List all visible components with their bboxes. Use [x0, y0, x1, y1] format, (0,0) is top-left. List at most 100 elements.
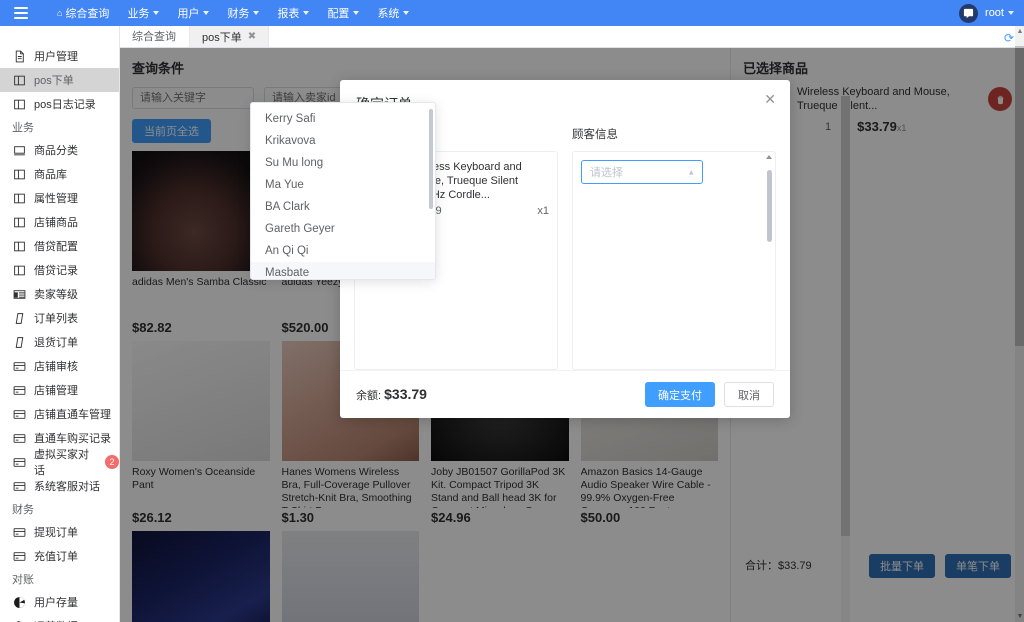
card-icon: [12, 359, 26, 373]
nav-label: 财务: [227, 8, 250, 20]
sidebar-item-15[interactable]: 店铺直通车管理: [0, 402, 119, 426]
customer-select-placeholder: 请选择: [590, 167, 623, 179]
sidebar-item-label: 运营数据: [34, 618, 78, 622]
nav-item-config[interactable]: 配置: [318, 0, 368, 26]
notification-badge: 2: [105, 455, 119, 469]
sidebar-item-12[interactable]: 退货订单: [0, 330, 119, 354]
sidebar-item-17[interactable]: 虚拟买家对话 2: [0, 449, 119, 477]
sidebar-item-24[interactable]: 运营数据: [0, 614, 119, 622]
sidebar-item-label: 直通车购买记录: [34, 433, 111, 445]
sidebar-item-9[interactable]: 借贷记录: [0, 258, 119, 282]
scrollbar-thumb[interactable]: [767, 170, 772, 242]
nav-label: 系统: [377, 8, 400, 20]
sidebar-item-18[interactable]: 系统客服对话: [0, 474, 119, 498]
sidebar-item-label: 用户管理: [34, 51, 78, 63]
card-icon: [12, 525, 26, 539]
confirm-payment-button[interactable]: 确定支付: [645, 382, 715, 407]
nav-label: 业务: [127, 8, 150, 20]
dropdown-option-4[interactable]: BA Clark: [251, 196, 435, 218]
dropdown-option-3[interactable]: Ma Yue: [251, 174, 435, 196]
chevron-up-icon: ▾: [689, 167, 694, 178]
monitor-icon: [12, 143, 26, 157]
sidebar-item-2[interactable]: pos日志记录: [0, 92, 119, 116]
sidebar-item-11[interactable]: 订单列表: [0, 306, 119, 330]
sidebar-item-5[interactable]: 商品库: [0, 162, 119, 186]
tab-comprehensive-query[interactable]: 综合查询: [120, 25, 189, 47]
chevron-down-icon: [153, 11, 160, 15]
sidebar-item-label: 借贷配置: [34, 241, 78, 253]
sidebar-item-label: 提现订单: [34, 527, 78, 539]
sidebar-list: 用户管理 pos下单 pos日志记录 业务 商品分类 商品库 属性管理 店铺商品 借贷配置 借贷记…: [0, 26, 119, 622]
sidebar-item-23[interactable]: 用户存量: [0, 590, 119, 614]
nav-item-business[interactable]: 业务: [118, 0, 168, 26]
close-icon[interactable]: ✖: [248, 31, 256, 42]
dropdown-scrollbar[interactable]: [429, 109, 433, 209]
document-icon: [12, 49, 26, 63]
nav-item-user[interactable]: 用户: [168, 0, 218, 26]
window-icon: [12, 263, 26, 277]
sidebar-item-21[interactable]: 充值订单: [0, 544, 119, 568]
sidebar-item-label: pos下单: [34, 75, 74, 87]
tab-label: pos下单: [202, 31, 242, 44]
scrollbar-track[interactable]: [766, 155, 772, 365]
window-icon: [12, 73, 26, 87]
sidebar-item-8[interactable]: 借贷配置: [0, 234, 119, 258]
customer-dropdown-list: Kerry Safi Krikavova Su Mu long Ma Yue BA Cl…: [250, 102, 436, 280]
customer-select[interactable]: 请选择 ▾: [581, 160, 703, 184]
user-menu[interactable]: root: [985, 7, 1014, 19]
sidebar-item-13[interactable]: 店铺审核: [0, 354, 119, 378]
chevron-down-icon: [353, 11, 360, 15]
card-icon: [12, 549, 26, 563]
tab-pos-order[interactable]: pos下单 ✖: [189, 25, 270, 47]
cancel-button[interactable]: 取消: [724, 382, 774, 407]
card-icon: [12, 407, 26, 421]
sidebar-item-label: 订单列表: [34, 313, 78, 325]
customer-box-scrollbar[interactable]: [766, 155, 772, 365]
customer-info-column: 顾客信息 请选择 ▾: [572, 126, 776, 370]
nav-label: 报表: [277, 8, 300, 20]
dropdown-option-6[interactable]: An Qi Qi: [251, 240, 435, 262]
dropdown-option-1[interactable]: Krikavova: [251, 130, 435, 152]
nav-item-system[interactable]: 系统: [368, 0, 418, 26]
sidebar-item-1[interactable]: pos下单: [0, 68, 119, 92]
top-navigation-bar: ⌂ 综合查询 业务 用户 财务 报表 配置 系统 root: [0, 0, 1024, 26]
nav-item-reports[interactable]: 报表: [268, 0, 318, 26]
sidebar-item-6[interactable]: 属性管理: [0, 186, 119, 210]
dropdown-option-2[interactable]: Su Mu long: [251, 152, 435, 174]
sidebar-item-10[interactable]: 卖家等级: [0, 282, 119, 306]
sidebar-item-7[interactable]: 店铺商品: [0, 210, 119, 234]
dropdown-option-0[interactable]: Kerry Safi: [251, 108, 435, 130]
list-icon: [12, 287, 26, 301]
chevron-down-icon: [403, 11, 410, 15]
card-icon: [12, 479, 26, 493]
refresh-icon[interactable]: ⟳: [1004, 32, 1014, 44]
chat-bubble-icon[interactable]: [959, 3, 979, 23]
sidebar-item-label: 店铺管理: [34, 385, 78, 397]
window-icon: [12, 191, 26, 205]
sidebar-item-label: 商品分类: [34, 145, 78, 157]
nav-item-comprehensive-query[interactable]: ⌂ 综合查询: [48, 0, 118, 26]
nav-item-finance[interactable]: 财务: [218, 0, 268, 26]
dropdown-option-7[interactable]: Masbate: [251, 262, 435, 279]
customer-info-title: 顾客信息: [572, 129, 618, 141]
sidebar-item-0[interactable]: 用户管理: [0, 44, 119, 68]
dialog-footer: 余额: $33.79 确定支付 取消: [340, 370, 790, 418]
card-icon: [12, 431, 26, 445]
sidebar-item-label: 店铺直通车管理: [34, 409, 111, 421]
scroll-up-arrow-icon[interactable]: [766, 155, 772, 159]
home-icon: ⌂: [57, 8, 63, 18]
sidebar-item-label: 退货订单: [34, 337, 78, 349]
nav-label: 综合查询: [65, 8, 110, 20]
pie-chart-icon: [12, 595, 26, 609]
scroll-up-arrow-icon[interactable]: ▲: [1017, 28, 1024, 35]
sidebar-item-4[interactable]: 商品分类: [0, 138, 119, 162]
sidebar-item-20[interactable]: 提现订单: [0, 520, 119, 544]
sidebar-item-14[interactable]: 店铺管理: [0, 378, 119, 402]
hamburger-icon[interactable]: [0, 0, 42, 26]
chevron-down-icon: [203, 11, 210, 15]
sidebar-item-label: 卖家等级: [34, 289, 78, 301]
close-icon[interactable]: ✕: [764, 92, 776, 106]
dropdown-option-5[interactable]: Gareth Geyer: [251, 218, 435, 240]
user-name-label: root: [985, 7, 1004, 19]
balance-display: 余额: $33.79: [356, 386, 427, 403]
